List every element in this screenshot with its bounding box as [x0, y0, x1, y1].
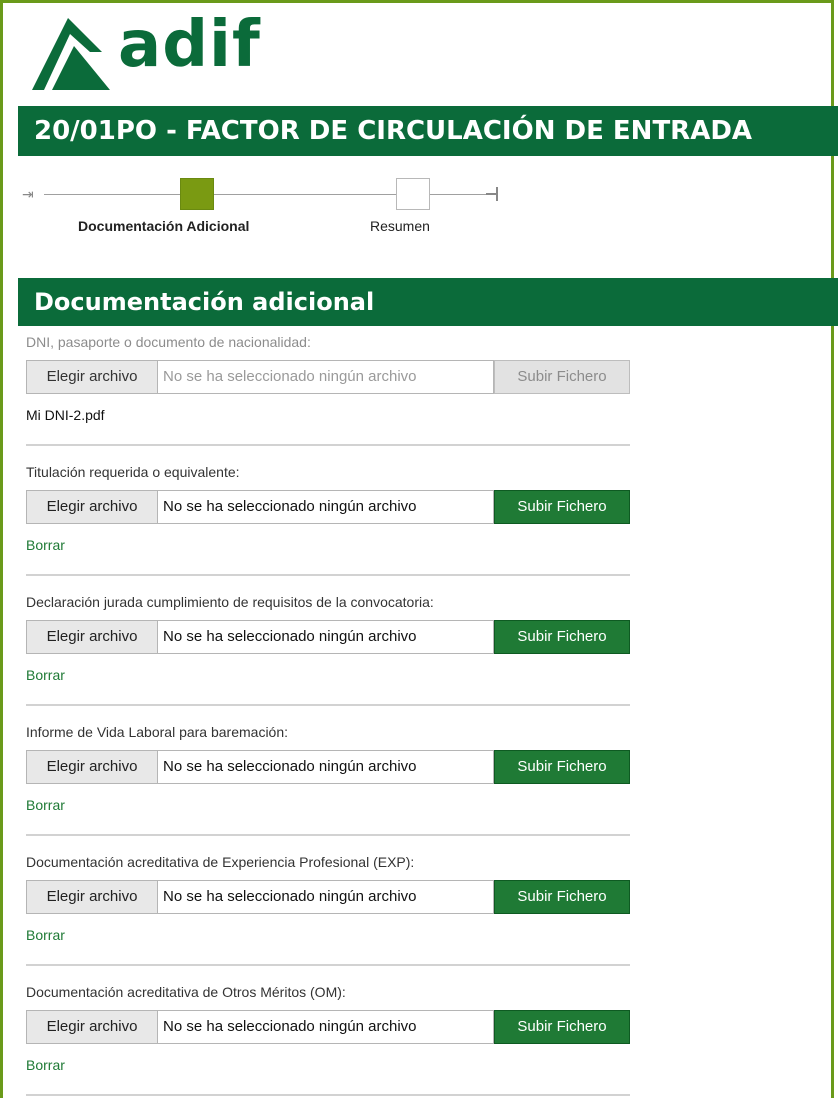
section-title: Documentación adicional [18, 278, 838, 326]
step-indicator-resumen[interactable] [396, 178, 430, 210]
file-status: No se ha seleccionado ningún archivo [158, 750, 494, 784]
uploaded-file-link[interactable]: Mi DNI-2.pdf [26, 406, 630, 424]
file-status: No se ha seleccionado ningún archivo [158, 1010, 494, 1044]
choose-file-button[interactable]: Elegir archivo [26, 880, 158, 914]
choose-file-button[interactable]: Elegir archivo [26, 750, 158, 784]
divider [26, 704, 630, 706]
step-indicator-documentacion[interactable] [180, 178, 214, 210]
progress-stepper: ⇥ Documentación Adicional Resumen [22, 176, 502, 246]
upload-field-otros-meritos: Documentación acreditativa de Otros Méri… [26, 982, 630, 1074]
delete-link[interactable]: Borrar [26, 926, 630, 944]
upload-field-titulacion: Titulación requerida o equivalente: Eleg… [26, 462, 630, 554]
file-status: No se ha seleccionado ningún archivo [158, 620, 494, 654]
upload-button[interactable]: Subir Fichero [494, 490, 630, 524]
stepper-line [214, 194, 396, 195]
field-label: Documentación acreditativa de Experienci… [26, 854, 415, 870]
choose-file-button[interactable]: Elegir archivo [26, 620, 158, 654]
file-input-row: Elegir archivo No se ha seleccionado nin… [26, 490, 630, 524]
choose-file-button[interactable]: Elegir archivo [26, 1010, 158, 1044]
step-label-resumen: Resumen [370, 218, 430, 234]
field-label: Declaración jurada cumplimiento de requi… [26, 594, 434, 610]
file-status: No se ha seleccionado ningún archivo [158, 360, 494, 394]
upload-field-vida-laboral: Informe de Vida Laboral para baremación:… [26, 722, 630, 814]
file-input-row: Elegir archivo No se ha seleccionado nin… [26, 880, 630, 914]
upload-field-experiencia: Documentación acreditativa de Experienci… [26, 852, 630, 944]
file-input-row: Elegir archivo No se ha seleccionado nin… [26, 1010, 630, 1044]
file-status: No se ha seleccionado ningún archivo [158, 880, 494, 914]
delete-link[interactable]: Borrar [26, 796, 630, 814]
divider [26, 444, 630, 446]
divider [26, 574, 630, 576]
divider [26, 964, 630, 966]
divider [26, 834, 630, 836]
upload-button[interactable]: Subir Fichero [494, 360, 630, 394]
step-label-documentacion: Documentación Adicional [78, 218, 250, 234]
upload-button[interactable]: Subir Fichero [494, 880, 630, 914]
logo-text: adif [118, 8, 261, 82]
stepper-end-icon [486, 187, 498, 201]
file-status: No se ha seleccionado ningún archivo [158, 490, 494, 524]
file-input-row: Elegir archivo No se ha seleccionado nin… [26, 360, 630, 394]
delete-link[interactable]: Borrar [26, 666, 630, 684]
delete-link[interactable]: Borrar [26, 1056, 630, 1074]
divider [26, 1094, 630, 1096]
field-label: Informe de Vida Laboral para baremación: [26, 724, 289, 740]
upload-button[interactable]: Subir Fichero [494, 1010, 630, 1044]
field-label: DNI, pasaporte o documento de nacionalid… [26, 334, 311, 350]
choose-file-button[interactable]: Elegir archivo [26, 360, 158, 394]
upload-field-declaracion: Declaración jurada cumplimiento de requi… [26, 592, 630, 684]
file-input-row: Elegir archivo No se ha seleccionado nin… [26, 750, 630, 784]
upload-field-dni: DNI, pasaporte o documento de nacionalid… [26, 332, 630, 424]
upload-button[interactable]: Subir Fichero [494, 620, 630, 654]
page-title: 20/01PO - FACTOR DE CIRCULACIÓN DE ENTRA… [18, 106, 838, 156]
adif-logo: adif [22, 8, 322, 94]
field-label: Documentación acreditativa de Otros Méri… [26, 984, 346, 1000]
upload-button[interactable]: Subir Fichero [494, 750, 630, 784]
field-label: Titulación requerida o equivalente: [26, 464, 240, 480]
delete-link[interactable]: Borrar [26, 536, 630, 554]
choose-file-button[interactable]: Elegir archivo [26, 490, 158, 524]
stepper-line [430, 194, 486, 195]
file-input-row: Elegir archivo No se ha seleccionado nin… [26, 620, 630, 654]
stepper-start-icon: ⇥ [22, 186, 34, 202]
stepper-line [44, 194, 180, 195]
adif-logo-icon [32, 18, 110, 90]
